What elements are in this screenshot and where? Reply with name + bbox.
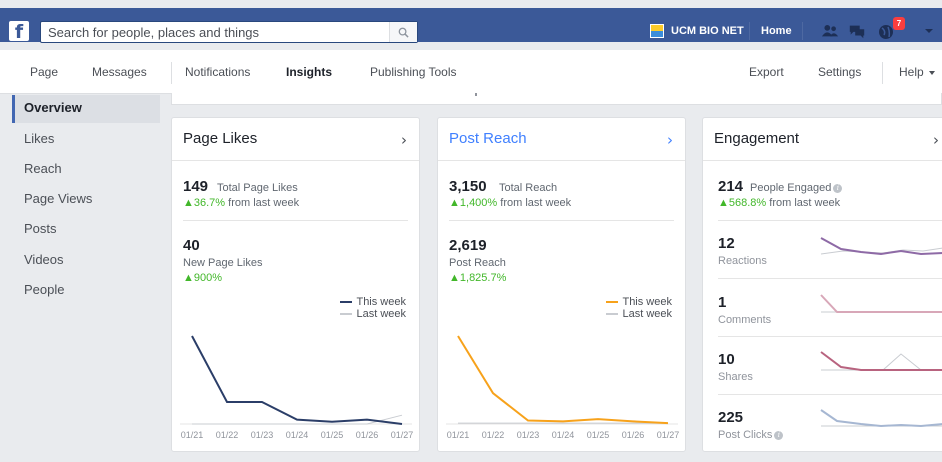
- x-tick-label: 01/23: [517, 430, 540, 440]
- account-menu-caret-icon[interactable]: [925, 29, 933, 33]
- shares-last-week-line: [821, 353, 942, 371]
- x-tick-label: 01/26: [622, 430, 645, 440]
- comments-this-week-line: [820, 294, 942, 313]
- page-nav-bar: Page Messages Notifications Insights Pub…: [0, 50, 942, 94]
- x-tick-label: 01/26: [356, 430, 379, 440]
- line-chart-svg: 01/21 01/22 01/23 01/24 01/25 01/26 01/27: [180, 335, 414, 440]
- search-input[interactable]: [41, 23, 389, 41]
- friend-requests-icon[interactable]: [821, 23, 839, 39]
- engagement-sparklines: [820, 237, 942, 428]
- x-tick-label: 01/22: [216, 430, 239, 440]
- divider: [802, 22, 803, 40]
- x-tick-label: 01/25: [321, 430, 344, 440]
- x-tick-label: 01/27: [391, 430, 414, 440]
- home-link[interactable]: Home: [761, 25, 792, 37]
- divider: [882, 62, 883, 84]
- sidebar-item-page-views[interactable]: Page Views: [12, 186, 160, 216]
- sidebar-item-reach[interactable]: Reach: [12, 156, 160, 186]
- tab-page[interactable]: Page: [30, 65, 58, 79]
- notification-count-badge: 7: [893, 17, 905, 30]
- x-tick-label: 01/22: [482, 430, 505, 440]
- page-name-link[interactable]: UCM BIO NET: [671, 25, 744, 37]
- x-tick-label: 01/24: [286, 430, 309, 440]
- sidebar-item-people[interactable]: People: [12, 277, 160, 307]
- settings-link[interactable]: Settings: [818, 65, 861, 79]
- line-chart-svg: 01/21 01/22 01/23 01/24 01/25 01/26 01/27: [446, 335, 680, 440]
- x-tick-label: 01/24: [552, 430, 575, 440]
- post-reach-card: Post Reach › 3,150 Total Reach ▲1,400% f…: [437, 117, 686, 452]
- x-tick-label: 01/25: [587, 430, 610, 440]
- help-caret-icon[interactable]: [929, 71, 935, 75]
- sidebar-item-overview[interactable]: Overview: [12, 95, 160, 123]
- shares-this-week-line: [820, 351, 942, 371]
- page-likes-card: Page Likes › 149 Total Page Likes ▲36.7%…: [171, 117, 420, 452]
- tab-messages[interactable]: Messages: [92, 65, 147, 79]
- post-clicks-this-week-line: [820, 409, 942, 428]
- x-tick-label: 01/27: [657, 430, 680, 440]
- page-avatar[interactable]: [650, 24, 664, 38]
- x-tick-label: 01/23: [251, 430, 274, 440]
- divider: [749, 22, 750, 40]
- tab-insights[interactable]: Insights: [286, 65, 332, 79]
- sidebar-item-likes[interactable]: Likes: [12, 126, 160, 156]
- strip-marker: [475, 93, 477, 96]
- summary-strip: [171, 93, 942, 105]
- messages-icon[interactable]: [848, 23, 866, 39]
- search-box[interactable]: [40, 21, 418, 43]
- export-link[interactable]: Export: [749, 65, 784, 79]
- tab-notifications[interactable]: Notifications: [185, 65, 250, 79]
- search-icon: [398, 27, 409, 38]
- x-tick-label: 01/21: [447, 430, 470, 440]
- tab-publishing-tools[interactable]: Publishing Tools: [370, 65, 457, 79]
- this-week-series-line: [457, 335, 669, 425]
- divider: [171, 62, 172, 84]
- insights-sidebar: Overview Likes Reach Page Views Posts Vi…: [0, 95, 160, 325]
- this-week-series-line: [191, 335, 403, 425]
- search-button[interactable]: [389, 22, 417, 42]
- top-bar: f: [0, 0, 942, 43]
- x-tick-label: 01/21: [181, 430, 204, 440]
- help-link[interactable]: Help: [899, 65, 924, 79]
- sidebar-item-posts[interactable]: Posts: [12, 216, 160, 246]
- facebook-logo-icon[interactable]: f: [9, 21, 29, 43]
- engagement-card: Engagement › 214 People Engaged i ▲568.8%…: [702, 117, 942, 452]
- sidebar-item-videos[interactable]: Videos: [12, 247, 160, 277]
